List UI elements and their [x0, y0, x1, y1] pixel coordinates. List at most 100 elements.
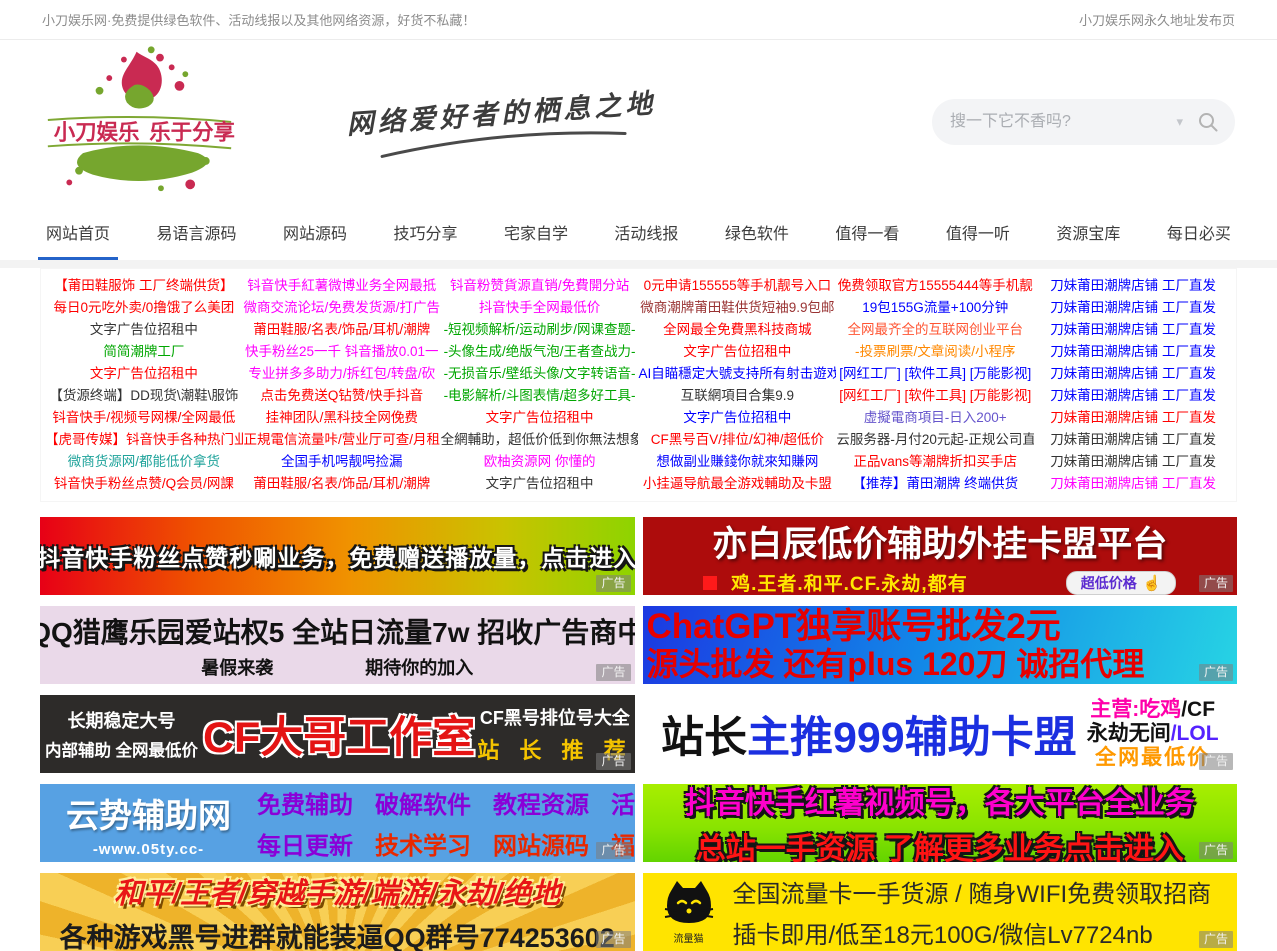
nav-item[interactable]: 值得一看 [835, 204, 899, 260]
text-link[interactable]: 文字广告位招租中 [45, 363, 243, 385]
text-link[interactable]: 刀妹莆田潮牌店铺 工厂直发 [1034, 363, 1232, 385]
text-link[interactable]: 莆田鞋服/名表/饰品/耳机/潮牌 [243, 473, 441, 495]
text-link[interactable]: 【货源终端】DD现货\潮鞋\服饰 [45, 385, 243, 407]
text-link[interactable]: 微商潮牌莆田鞋供货短袖9.9包邮 [638, 297, 836, 319]
ad-banner-hongshu-shipin[interactable]: 抖音快手红薯视频号，各大平台全业务 总站一手资源 了解更多业务点击进入 广告 [643, 784, 1238, 862]
nav-item[interactable]: 值得一听 [946, 204, 1010, 260]
banner-title: 亦白辰低价辅助外挂卡盟平台 [712, 517, 1167, 567]
text-link[interactable]: -电影解析/斗图表情/超多好工具- [441, 385, 639, 407]
text-link[interactable]: 钭音快手/视频号网棵/全网最低 [45, 407, 243, 429]
text-link[interactable]: [网红工厂] [软件工具] [万能影视] [836, 385, 1034, 407]
text-link[interactable]: 文字广告位招租中 [638, 407, 836, 429]
text-link[interactable]: 刀妹莆田潮牌店铺 工厂直发 [1034, 385, 1232, 407]
permanent-address-link[interactable]: 小刀娱乐网永久地址发布页 [1079, 10, 1235, 29]
ad-banner-999-kameng[interactable]: 站长 主推999辅助卡盟 主营:吃鸡/CF 永劫无间/LOL 全网最低价 广告 [643, 695, 1238, 773]
ad-banner-douyin-fans[interactable]: 抖音快手粉丝点赞秒唰业务，免费赠送播放量，点击进入 广告 [40, 517, 635, 595]
text-link[interactable]: 专业拼多多助力/拆红包/转盘/砍 [243, 363, 441, 385]
banner-word: 活动线报 [611, 785, 635, 820]
nav-item[interactable]: 技巧分享 [393, 204, 457, 260]
text-link[interactable]: 文字广告位招租中 [441, 407, 639, 429]
text-link[interactable]: 刀妹莆田潮牌店铺 工厂直发 [1034, 451, 1232, 473]
ad-banner-liuliang-mao[interactable]: 流量猫 全国流量卡一手货源 / 随身WIFI免费领取招商 插卡即用/低至18元1… [643, 873, 1238, 951]
text-link[interactable]: 小挂逼导航最全游戏輔助及卡盟 [638, 473, 836, 495]
text-link[interactable]: 钭音快手粉丝点赞/Q会员/网課 [45, 473, 243, 495]
text-link[interactable]: 抖音快手全网最低价 [441, 297, 639, 319]
text-link[interactable]: 挂神团队/黑科技全网俛费 [243, 407, 441, 429]
text-link[interactable]: 全網輔助，超低价低到你無法想象 [441, 429, 639, 451]
text-link[interactable]: 刀妹莆田潮牌店铺 工厂直发 [1034, 473, 1232, 495]
nav-item[interactable]: 活动线报 [614, 204, 678, 260]
chevron-down-icon[interactable]: ▾ [1176, 114, 1183, 130]
text-link[interactable]: CF黑号百V/排位/幻神/超低价 [638, 429, 836, 451]
text-link[interactable]: 【虎哥传媒】钭音快手各种热门业 [45, 429, 243, 451]
banner-line1: ChatGPT独享账号批发2元 [647, 608, 1238, 646]
ad-banner-qq-lieying[interactable]: QQ猎鹰乐园爱站权5 全站日流量7w 招收广告商中 暑假来袭 期待你的加入 广告 [40, 606, 635, 684]
nav-item[interactable]: 易语言源码 [156, 204, 236, 260]
text-link[interactable]: 刀妹莆田潮牌店铺 工厂直发 [1034, 319, 1232, 341]
text-link[interactable]: 文字广告位招租中 [45, 319, 243, 341]
text-link[interactable]: 全网最全免費黑科技商城 [638, 319, 836, 341]
banner-line2: 总站一手资源 了解更多业务点击进入 [696, 824, 1184, 862]
ad-banner-cf-dage[interactable]: 长期稳定大号 内部辅助 全网最低价 CF大哥工作室 CF黑号排位号大全 站 长 … [40, 695, 635, 773]
text-link[interactable]: 文字广告位招租中 [638, 341, 836, 363]
ad-banner-yunshi-fuzhu[interactable]: 云势辅助网 -www.05ty.cc- 免费辅助 破解软件 教程资源 活动线报 … [40, 784, 635, 862]
ad-badge: 广告 [596, 842, 630, 859]
text-link[interactable]: 钭音快手紅薯微博业务全网最抵 [243, 275, 441, 297]
ad-badge: 广告 [1199, 664, 1233, 681]
banner-r1a: 主营:吃鸡 [1090, 698, 1181, 721]
banner-left2: 内部辅助 全网最低价 [40, 737, 203, 761]
text-link[interactable]: 欧柚资源网 你懂的 [441, 451, 639, 473]
text-link[interactable]: 正品vans等潮牌折扣买手店 [836, 451, 1034, 473]
text-link[interactable]: 刀妹莆田潮牌店铺 工厂直发 [1034, 275, 1232, 297]
text-link[interactable]: [网红工厂] [软件工具] [万能影视] [836, 363, 1034, 385]
text-link[interactable]: 简简潮牌工厂 [45, 341, 243, 363]
text-link[interactable]: 正規電信流量咔/营业厅可查/月租 [243, 429, 441, 451]
banner-word: 网站源码 [493, 826, 589, 861]
text-link[interactable]: 莆田鞋服/名表/饰品/耳机/潮牌 [243, 319, 441, 341]
text-link[interactable]: 互联網項目合集9.9 [638, 385, 836, 407]
text-link[interactable]: 全网最齐全的互联网创业平台 [836, 319, 1034, 341]
text-link[interactable]: -短视频解析/运动刷步/网课查题- [441, 319, 639, 341]
ad-banner-chatgpt[interactable]: ChatGPT独享账号批发2元 源头批发 还有plus 120刀 诚招代理 广告 [643, 606, 1238, 684]
text-link[interactable]: 云服务器-月付20元起-正规公司直 [836, 429, 1034, 451]
text-link[interactable]: 虚擬電商項目-日入200+ [836, 407, 1034, 429]
text-link[interactable]: 俛费领取官方15555444等手机靓 [836, 275, 1034, 297]
nav-item[interactable]: 宅家自学 [504, 204, 568, 260]
text-link[interactable]: 钭音粉赞貨源直销/免費開分站 [441, 275, 639, 297]
search-input[interactable] [948, 112, 1170, 132]
nav-item[interactable]: 网站首页 [46, 204, 110, 260]
text-link[interactable]: AI自瞄穩定大號支持所有射击遊戏 [638, 363, 836, 385]
text-link[interactable]: 刀妹莆田潮牌店铺 工厂直发 [1034, 297, 1232, 319]
banner-r1b: /CF [1181, 698, 1215, 721]
text-link[interactable]: 刀妹莆田潮牌店铺 工厂直发 [1034, 429, 1232, 451]
text-link[interactable]: 微商交流论坛/免费发货源/打广告 [243, 297, 441, 319]
nav-item[interactable]: 绿色软件 [725, 204, 789, 260]
text-link[interactable]: -头像生成/绝版气泡/王者查战力- [441, 341, 639, 363]
search-icon[interactable] [1197, 111, 1219, 133]
text-link[interactable]: -投票刷票/文章阅读/小程序 [836, 341, 1034, 363]
text-link[interactable]: 刀妹莆田潮牌店铺 工厂直发 [1034, 341, 1232, 363]
text-link[interactable]: 全国手机呺靓呺捡漏 [243, 451, 441, 473]
nav-item[interactable]: 每日必买 [1167, 204, 1231, 260]
banner-line2a: 暑假来袭 [201, 654, 273, 680]
text-link[interactable]: 19包155G流量+100分钟 [836, 297, 1034, 319]
text-link[interactable]: 点击免费送Q钻赞/快手抖音 [243, 385, 441, 407]
site-announcement: 小刀娱乐网·免费提供绿色软件、活动线报以及其他网络资源，好货不私藏！ [42, 10, 475, 29]
nav-item[interactable]: 网站源码 [283, 204, 347, 260]
banner-subtitle: 鸡.王者.和平.CF.永劫,都有 [731, 569, 968, 595]
site-logo[interactable]: 小刀娱乐 乐于分享 [42, 45, 237, 195]
ad-banner-yibaichen-kameng[interactable]: 亦白辰低价辅助外挂卡盟平台 鸡.王者.和平.CF.永劫,都有 超低价格 ☝ 广告 [643, 517, 1238, 595]
text-link[interactable]: 0元申请155555等手机靓号入口 [638, 275, 836, 297]
text-link[interactable]: 【推荐】莆田潮牌 终端供货 [836, 473, 1034, 495]
text-link[interactable]: 每日0元吃外卖/0撸饿了么美团 [45, 297, 243, 319]
text-link[interactable]: -无损音乐/壁纸头像/文字转语音- [441, 363, 639, 385]
low-price-button[interactable]: 超低价格 ☝ [1066, 571, 1177, 595]
text-link[interactable]: 刀妹莆田潮牌店铺 工厂直发 [1034, 407, 1232, 429]
ad-banner-game-heihao[interactable]: 和平/王者/穿越手游/端游/永劫/绝地 各种游戏黑号进群就能装逼QQ群号7742… [40, 873, 635, 951]
nav-item[interactable]: 资源宝库 [1056, 204, 1120, 260]
text-link[interactable]: 想做副业賺錢你就來知賺网 [638, 451, 836, 473]
text-link[interactable]: 【莆田鞋服饰 工厂终端供货】 [45, 275, 243, 297]
text-link[interactable]: 文字广告位招租中 [441, 473, 639, 495]
text-link[interactable]: 微商货源网/都能低价拿货 [45, 451, 243, 473]
text-link[interactable]: 快手粉丝25一千 钭音播放0.01一 [243, 341, 441, 363]
